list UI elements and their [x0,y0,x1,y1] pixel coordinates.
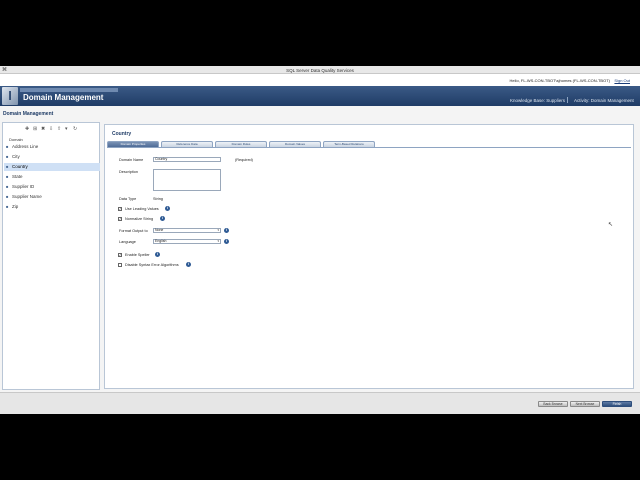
info-icon[interactable]: i [155,252,160,257]
data-type-value: String [153,197,163,201]
list-item-label: Supplier Name [12,194,42,199]
dqs-window: ⌘ SQL Server Data Quality Services Hello… [0,66,640,414]
refresh-icon[interactable]: ↻ [73,127,78,132]
dqs-logo-icon: l [2,87,18,105]
description-textarea[interactable] [153,169,221,191]
disable-syntax-label: Disable Syntax Error Algorithms [125,263,179,267]
info-icon[interactable]: i [224,228,229,233]
activity-label: Activity: Domain Management [574,98,634,103]
domain-icon: ■ [6,184,9,189]
info-icon[interactable]: i [186,262,191,267]
chevron-down-icon: ▾ [217,228,219,232]
domain-title: Country [112,131,132,137]
domain-icon: ■ [6,194,9,199]
import-domain-icon[interactable]: ⇩ [49,127,54,132]
info-icon[interactable]: i [165,206,170,211]
list-item-label: City [12,154,20,159]
header-banner: l Domain Management Knowledge Base: Supp… [0,86,640,106]
footer-bar: Back Browse Next Browse Finish [0,392,640,414]
domain-icon: ■ [6,174,9,179]
domain-list-panel: ✚ ⊞ ✖ ⇩ ⇧ ▾ ↻ Domain ■ Address Line ■ Ci… [2,122,100,390]
banner-separator [567,97,568,103]
user-greeting: Hello, FL-WS-CON-TBOT\sjhomes (FL-WS-CON… [509,78,610,83]
list-item[interactable]: ■ Supplier Name [4,193,100,201]
info-icon[interactable]: i [224,239,229,244]
user-bar: Hello, FL-WS-CON-TBOT\sjhomes (FL-WS-CON… [0,74,640,86]
domain-name-input[interactable]: Country [153,157,221,162]
mouse-cursor-icon: ↖ [608,222,614,228]
list-item[interactable]: ■ Zip [4,203,100,211]
disable-syntax-checkbox[interactable] [118,263,122,267]
list-item[interactable]: ■ City [4,153,100,161]
data-type-label: Data Type [119,197,137,201]
domain-icon: ■ [6,144,9,149]
page-heading: Domain Management [3,111,54,117]
domain-toolbar: ✚ ⊞ ✖ ⇩ ⇧ ▾ ↻ [25,127,78,133]
banner-ribbon [20,88,118,92]
domain-icon: ■ [6,204,9,209]
use-leading-values-checkbox[interactable]: ✓ [118,207,122,211]
format-output-label: Format Output to [119,229,148,233]
language-label: Language [119,240,136,244]
domains-label: Domain [9,137,23,142]
language-select[interactable]: English ▾ [153,239,221,244]
list-item-label: Supplier ID [12,184,35,189]
list-item[interactable]: ■ Address Line [4,143,100,151]
list-item[interactable]: ■ State [4,173,100,181]
required-note: (Required) [235,158,253,162]
list-item-label: Country [12,164,28,169]
enable-speller-checkbox[interactable]: ✓ [118,253,122,257]
title-bar: ⌘ SQL Server Data Quality Services [0,66,640,74]
window-title: SQL Server Data Quality Services [286,67,354,73]
info-icon[interactable]: i [160,216,165,221]
format-output-select[interactable]: None ▾ [153,228,221,233]
next-button[interactable]: Next Browse [570,401,600,407]
list-item-selected[interactable]: ■ Country [4,163,100,171]
delete-domain-icon[interactable]: ✖ [41,127,46,132]
dropdown-icon[interactable]: ▾ [65,127,70,132]
domain-name-label: Domain Name [119,158,144,162]
chevron-down-icon: ▾ [217,239,219,243]
banner-title: Domain Management [23,93,104,102]
list-item-label: Zip [12,204,19,209]
create-domain-icon[interactable]: ✚ [25,127,30,132]
list-item-label: State [12,174,23,179]
knowledge-base-label: Knowledge Base: Suppliers [510,98,566,103]
export-domain-icon[interactable]: ⇧ [57,127,62,132]
sign-out-link[interactable]: Sign Out [614,78,630,83]
back-button[interactable]: Back Browse [538,401,568,407]
tab-divider [107,147,631,148]
enable-speller-label: Enable Speller [125,253,150,257]
language-value: English [155,239,167,243]
format-output-value: None [155,228,164,232]
create-composite-domain-icon[interactable]: ⊞ [33,127,38,132]
normalize-string-label: Normalize String [125,217,154,221]
domain-icon: ■ [6,164,9,169]
list-item-label: Address Line [12,144,39,149]
normalize-string-checkbox[interactable]: ✓ [118,217,122,221]
use-leading-values-label: Use Leading Values [125,207,159,211]
finish-button[interactable]: Finish [602,401,632,407]
domain-icon: ■ [6,154,9,159]
description-label: Description [119,170,138,174]
domain-properties-panel: Country Domain Properties Reference Data… [104,124,634,389]
list-item[interactable]: ■ Supplier ID [4,183,100,191]
